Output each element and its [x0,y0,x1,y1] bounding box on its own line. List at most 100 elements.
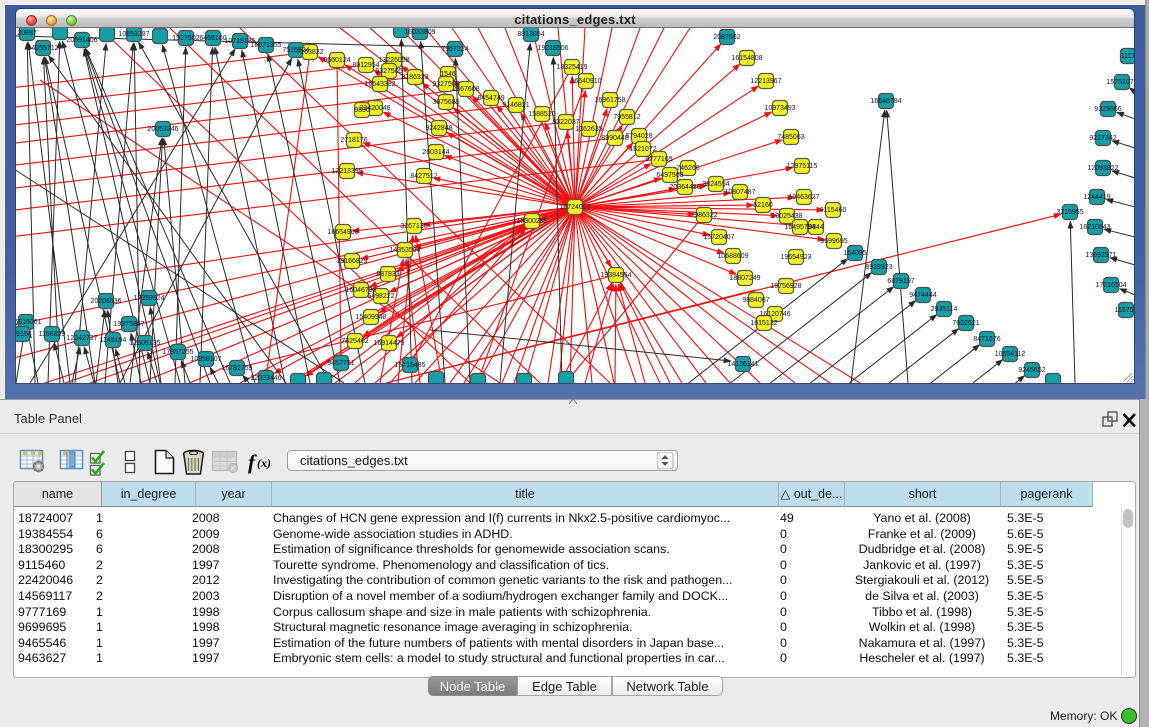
svg-text:10688609: 10688609 [717,253,748,260]
svg-text:16782759: 16782759 [221,365,252,372]
svg-text:18325419: 18325419 [556,64,587,71]
svg-text:1588520: 1588520 [528,111,555,118]
svg-text:1117: 1117 [1121,53,1134,60]
svg-text:7986322: 7986322 [690,212,717,219]
svg-text:18807249: 18807249 [729,275,760,282]
svg-text:2087662: 2087662 [713,34,740,41]
svg-text:2935114: 2935114 [931,306,958,313]
svg-text:9327505: 9327505 [375,68,402,75]
svg-text:15716485: 15716485 [394,362,425,369]
svg-text:6466160: 6466160 [199,35,226,42]
svg-text:2718176: 2718176 [340,137,367,144]
svg-text:8186323: 8186323 [401,74,428,81]
svg-text:3215955: 3215955 [1056,209,1083,216]
svg-text:7163822: 7163822 [296,49,323,56]
svg-text:(x): (x) [257,456,271,470]
svg-text:16033809: 16033809 [404,29,435,36]
svg-text:19756928: 19756928 [770,283,801,290]
svg-text:9227342: 9227342 [1089,135,1116,142]
svg-text:3824554: 3824554 [702,181,729,188]
svg-text:12023446: 12023446 [250,375,281,382]
svg-text:9245652: 9245652 [1018,367,1045,374]
svg-text:14353594: 14353594 [389,247,420,254]
svg-text:16120746: 16120746 [759,311,790,318]
svg-text:9146821: 9146821 [502,102,529,109]
svg-text:10958107: 10958107 [190,356,221,363]
svg-text:10025438: 10025438 [771,213,802,220]
svg-text:1527602: 1527602 [172,35,199,42]
svg-text:3875685: 3875685 [432,99,459,106]
svg-text:16914479: 16914479 [373,340,404,347]
svg-text:12975115: 12975115 [787,163,818,170]
svg-text:16961758: 16961758 [594,97,625,104]
svg-text:9660124: 9660124 [323,57,350,64]
svg-text:7485063: 7485063 [777,134,804,141]
svg-text:8454749: 8454749 [477,95,504,102]
svg-text:39154: 39154 [16,331,32,338]
svg-text:8813054: 8813054 [517,31,544,38]
svg-text:19463627: 19463627 [788,194,819,201]
svg-text:16671355: 16671355 [250,42,281,49]
svg-text:18724007: 18724007 [559,204,590,211]
svg-text:12505135: 12505135 [129,340,160,347]
svg-text:6497568: 6497568 [656,172,683,179]
svg-text:9115460: 9115460 [820,207,847,214]
svg-text:13692971: 13692971 [1085,252,1116,259]
svg-text:14136141: 14136141 [727,361,758,368]
svg-text:16543382: 16543382 [364,81,395,88]
svg-text:2867608: 2867608 [452,86,479,93]
svg-text:9884067: 9884067 [742,297,769,304]
svg-text:6879197: 6879197 [887,278,914,285]
svg-text:16154808: 16154808 [731,55,762,62]
svg-text:9890: 9890 [354,107,370,114]
svg-text:8427512: 8427512 [410,173,437,180]
svg-text:9777169: 9777169 [645,156,672,163]
svg-text:14055712: 14055712 [27,45,58,52]
svg-text:16210643: 16210643 [1079,224,1110,231]
svg-text:10807487: 10807487 [724,189,755,196]
svg-text:12342737: 12342737 [66,335,97,342]
svg-text:1244419: 1244419 [1083,194,1110,201]
svg-text:19975867: 19975867 [113,321,144,328]
svg-text:10973493: 10973493 [764,105,795,112]
svg-text:12093822: 12093822 [1087,165,1118,172]
svg-text:1546: 1546 [440,71,456,78]
svg-text:5498222: 5498222 [367,293,394,300]
svg-text:3267130: 3267130 [400,223,427,230]
svg-text:1615132: 1615132 [750,320,777,327]
svg-text:20206536: 20206536 [90,298,121,305]
svg-text:7955812: 7955812 [613,114,640,121]
svg-text:7957224: 7957224 [441,46,468,53]
svg-text:19218506: 19218506 [537,45,568,52]
svg-text:7632621: 7632621 [952,320,979,327]
svg-text:f: f [248,450,257,474]
svg-text:8322037: 8322037 [552,119,579,126]
svg-text:9699695: 9699695 [820,238,847,245]
svg-text:9474444: 9474444 [909,292,936,299]
svg-text:2603144: 2603144 [422,149,449,156]
svg-text:16640910: 16640910 [570,78,601,85]
svg-text:16648784: 16648784 [870,98,901,105]
svg-text:16654908: 16654908 [327,229,358,236]
svg-text:9329966: 9329966 [1094,106,1121,113]
svg-text:9844: 9844 [808,224,824,231]
svg-text:6794028: 6794028 [625,133,652,140]
svg-text:19654923: 19654923 [780,254,811,261]
svg-text:15751074: 15751074 [1106,79,1134,86]
svg-text:19384554: 19384554 [600,272,631,279]
svg-text:20887: 20887 [17,30,37,37]
svg-text:887833: 887833 [376,271,399,278]
svg-text:1362635: 1362635 [575,126,602,133]
svg-text:13226058: 13226058 [378,57,409,64]
svg-text:20364436: 20364436 [669,184,700,191]
svg-text:18300295: 18300295 [516,218,547,225]
svg-text:16615061: 16615061 [16,319,42,326]
svg-text:9457791: 9457791 [327,360,354,367]
svg-text:15409948: 15409948 [355,314,386,321]
svg-text:1156829: 1156829 [39,331,66,338]
svg-text:9242848: 9242848 [425,125,452,132]
svg-text:17016504: 17016504 [1095,282,1126,289]
svg-text:20691406: 20691406 [66,37,97,44]
svg-text:1621072: 1621072 [629,146,656,153]
svg-text:17359924: 17359924 [133,295,164,302]
